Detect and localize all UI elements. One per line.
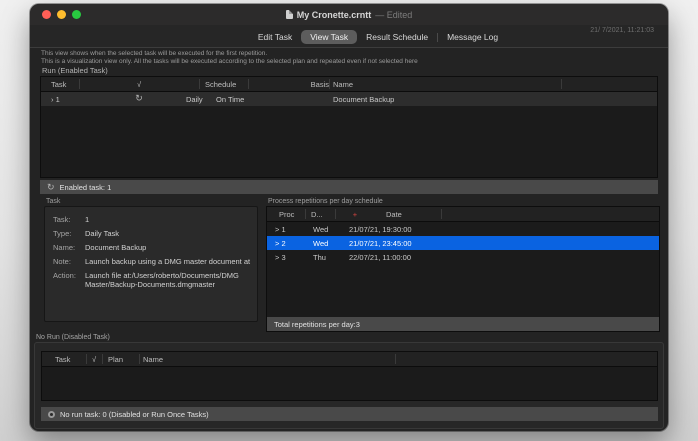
repetition-row[interactable]: > 3 Thu 22/07/21, 11:00:00	[267, 250, 659, 264]
field-value: Document Backup	[85, 243, 147, 252]
window-title-text: My Cronette.crntt	[296, 9, 372, 20]
rep-day: Thu	[313, 252, 326, 262]
rep-header-proc[interactable]: Proc	[279, 210, 294, 219]
tab-message-log[interactable]: Message Log	[438, 30, 507, 44]
rep-date: 22/07/21, 11:00:00	[349, 252, 411, 262]
rep-day: Wed	[313, 224, 329, 234]
run-header-check[interactable]: √	[79, 80, 199, 89]
enabled-task-statusbar: ↻ Enabled task: 1	[40, 180, 658, 194]
run-header-name[interactable]: Name	[333, 80, 353, 89]
run-row-name: Document Backup	[333, 94, 395, 104]
run-header-task[interactable]: Task	[51, 80, 66, 89]
column-divider	[305, 209, 306, 219]
rep-proc: > 3	[275, 252, 286, 262]
column-divider	[329, 79, 330, 89]
column-divider	[139, 354, 140, 364]
field-label: Note:	[53, 257, 71, 266]
field-value: Launch backup using a DMG master documen…	[85, 257, 251, 266]
description-line2: This is a visualization view only. All t…	[41, 57, 418, 65]
task-detail-panel: Task: 1 Type: Daily Task Name: Document …	[44, 206, 258, 322]
field-value: 1	[85, 215, 90, 224]
task-field: Type: Daily Task	[53, 229, 257, 238]
task-field: Task: 1	[53, 215, 257, 224]
task-field: Note: Launch backup using a DMG master d…	[53, 257, 257, 266]
disabled-circle-icon	[48, 410, 55, 418]
toolbar-divider	[30, 47, 668, 48]
run-section-title: Run (Enabled Task)	[42, 66, 108, 75]
norun-header-task[interactable]: Task	[55, 355, 70, 364]
norun-table[interactable]: Task √ Plan Name	[41, 351, 658, 401]
column-divider	[102, 354, 103, 364]
repetition-row[interactable]: > 1 Wed 21/07/21, 19:30:00	[267, 222, 659, 236]
field-value: Daily Task	[85, 229, 120, 238]
rep-header-date[interactable]: Date	[386, 210, 402, 219]
window-title: My Cronette.crntt — Edited	[30, 4, 668, 25]
run-table-header[interactable]: Task √ Schedule Basis Name	[41, 77, 657, 92]
column-divider	[199, 79, 200, 89]
norun-statusbar: No run task: 0 (Disabled or Run Once Tas…	[41, 407, 658, 421]
run-task-row[interactable]: › 1 ↻ Daily On Time Document Backup	[41, 92, 657, 106]
tab-view-task[interactable]: View Task	[301, 30, 358, 44]
description-line1: This view shows when the selected task w…	[41, 50, 268, 57]
tab-result-schedule[interactable]: Result Schedule	[357, 30, 437, 44]
norun-table-header[interactable]: Task √ Plan Name	[42, 352, 657, 367]
task-panel-title: Task	[46, 198, 61, 205]
norun-header-name[interactable]: Name	[143, 355, 163, 364]
task-field: Action: Launch file at:/Users/roberto/Do…	[53, 271, 257, 289]
column-divider	[561, 79, 562, 89]
field-value: Launch file at:/Users/roberto/Documents/…	[85, 271, 239, 289]
field-label: Action:	[53, 271, 76, 280]
field-label: Name:	[53, 243, 76, 252]
repetitions-table-header[interactable]: Proc D... + Date	[267, 207, 659, 222]
norun-task-count: No run task: 0 (Disabled or Run Once Tas…	[60, 409, 209, 419]
norun-section-panel: Task √ Plan Name No run task: 0 (Disable…	[34, 342, 664, 429]
column-divider	[86, 354, 87, 364]
toolbar: 21/ 7/2021, 11:21:03 Edit Task View Task…	[30, 25, 668, 47]
rep-date: 21/07/21, 23:45:00	[349, 238, 412, 248]
tab-bar: Edit Task View Task Result Schedule Mess…	[59, 30, 668, 44]
run-row-basis: On Time	[216, 94, 245, 104]
repetition-row-selected[interactable]: > 2 Wed 21/07/21, 23:45:00	[267, 236, 659, 250]
run-row-schedule: Daily	[186, 94, 203, 104]
column-divider	[441, 209, 442, 219]
enabled-task-count: Enabled task: 1	[59, 182, 112, 192]
titlebar[interactable]: My Cronette.crntt — Edited	[30, 4, 668, 25]
field-label: Task:	[53, 215, 71, 224]
rep-day: Wed	[313, 238, 329, 248]
run-task-table[interactable]: Task √ Schedule Basis Name › 1 ↻ Daily O…	[40, 76, 658, 178]
rep-header-day[interactable]: D...	[311, 210, 323, 219]
app-window: My Cronette.crntt — Edited 21/ 7/2021, 1…	[30, 4, 668, 431]
norun-header-check[interactable]: √	[92, 355, 96, 364]
field-label: Type:	[53, 229, 72, 238]
window-title-edited: — Edited	[375, 9, 413, 20]
norun-header-plan[interactable]: Plan	[108, 355, 123, 364]
repeat-icon: ↻	[135, 93, 143, 103]
tab-edit-task[interactable]: Edit Task	[249, 30, 301, 44]
repetitions-table[interactable]: Proc D... + Date > 1 Wed 21/07/21, 19:30…	[266, 206, 660, 332]
column-divider	[395, 354, 396, 364]
rep-header-sort[interactable]: +	[335, 210, 375, 219]
repeat-icon: ↻	[47, 181, 55, 192]
repetitions-total-bar: Total repetitions per day:3	[267, 317, 659, 331]
document-icon	[285, 10, 293, 19]
run-header-basis[interactable]: Basis	[213, 80, 329, 89]
task-field: Name: Document Backup	[53, 243, 257, 252]
repetitions-total: Total repetitions per day:3	[274, 319, 360, 329]
run-row-task: › 1	[51, 94, 60, 104]
rep-proc: > 1	[275, 224, 286, 234]
norun-section-title: No Run (Disabled Task)	[36, 334, 110, 341]
rep-date: 21/07/21, 19:30:00	[349, 224, 412, 234]
rep-proc: > 2	[275, 238, 286, 248]
view-description: This view shows when the selected task w…	[41, 50, 418, 65]
desktop: { "window": { "title": "My Cronette.crnt…	[0, 0, 698, 441]
repetitions-panel-title: Process repetitions per day schedule	[268, 198, 383, 205]
